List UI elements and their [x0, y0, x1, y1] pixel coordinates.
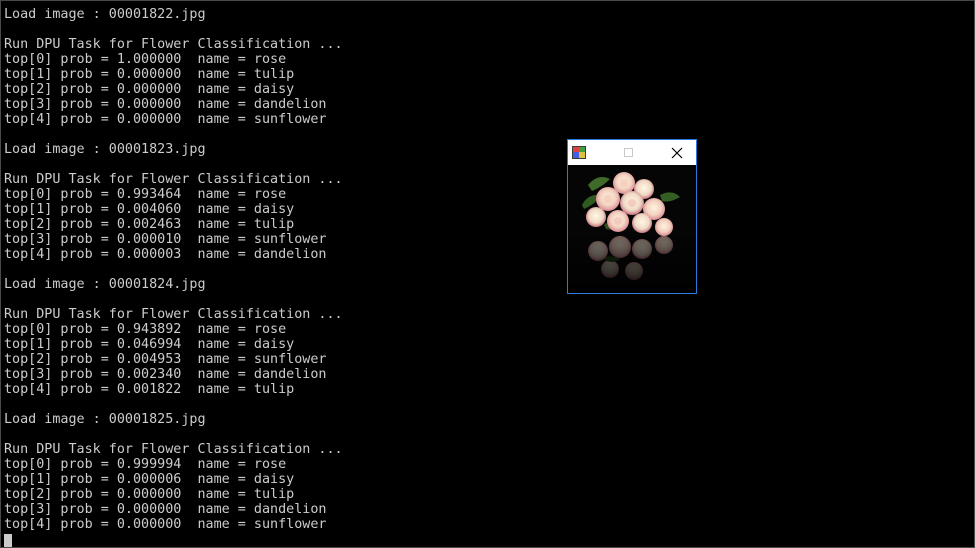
- terminal-line: top[0] prob = 1.000000 name = rose: [4, 52, 287, 67]
- terminal-line: top[4] prob = 0.001822 name = tulip: [4, 382, 295, 397]
- terminal-line: top[1] prob = 0.000000 name = tulip: [4, 67, 295, 82]
- rose-bouquet-drawing: [568, 165, 696, 293]
- terminal-line: top[4] prob = 0.000003 name = dandelion: [4, 247, 327, 262]
- opencv-app-icon: [572, 146, 586, 159]
- maximize-icon: [623, 148, 633, 157]
- terminal-line: top[3] prob = 0.002340 name = dandelion: [4, 367, 327, 382]
- terminal-line: top[2] prob = 0.002463 name = tulip: [4, 217, 295, 232]
- close-icon: [671, 147, 683, 158]
- terminal-output: Load image : 00001822.jpg Run DPU Task fo…: [4, 7, 343, 532]
- terminal-line: top[0] prob = 0.993464 name = rose: [4, 187, 287, 202]
- terminal-line: top[2] prob = 0.004953 name = sunflower: [4, 352, 327, 367]
- terminal-line: top[1] prob = 0.004060 name = daisy: [4, 202, 295, 217]
- terminal-line: top[4] prob = 0.000000 name = sunflower: [4, 517, 327, 532]
- window-titlebar[interactable]: [568, 140, 696, 165]
- terminal-line: top[1] prob = 0.000006 name = daisy: [4, 472, 295, 487]
- terminal-line: top[0] prob = 0.999994 name = rose: [4, 457, 287, 472]
- terminal-line: top[2] prob = 0.000000 name = tulip: [4, 487, 295, 502]
- terminal-line: top[4] prob = 0.000000 name = sunflower: [4, 112, 327, 127]
- close-button[interactable]: [658, 140, 696, 165]
- image-preview-window[interactable]: [567, 139, 697, 294]
- terminal-line: top[3] prob = 0.000010 name = sunflower: [4, 232, 327, 247]
- terminal-line: top[2] prob = 0.000000 name = daisy: [4, 82, 295, 97]
- terminal-line: top[3] prob = 0.000000 name = dandelion: [4, 502, 327, 517]
- terminal-window[interactable]: Load image : 00001822.jpg Run DPU Task fo…: [0, 0, 975, 548]
- terminal-line: Run DPU Task for Flower Classification .…: [4, 172, 343, 187]
- terminal-line: Load image : 00001822.jpg: [4, 7, 206, 22]
- terminal-line: Load image : 00001824.jpg: [4, 277, 206, 292]
- terminal-line: Run DPU Task for Flower Classification .…: [4, 37, 343, 52]
- terminal-line: Run DPU Task for Flower Classification .…: [4, 442, 343, 457]
- rose-bouquet-image: [568, 165, 696, 293]
- terminal-line: top[0] prob = 0.943892 name = rose: [4, 322, 287, 337]
- terminal-cursor: [4, 534, 12, 547]
- terminal-line: Run DPU Task for Flower Classification .…: [4, 307, 343, 322]
- terminal-line: top[1] prob = 0.046994 name = daisy: [4, 337, 295, 352]
- terminal-line: Load image : 00001823.jpg: [4, 142, 206, 157]
- maximize-button[interactable]: [613, 140, 643, 165]
- terminal-line: Load image : 00001825.jpg: [4, 412, 206, 427]
- terminal-line: top[3] prob = 0.000000 name = dandelion: [4, 97, 327, 112]
